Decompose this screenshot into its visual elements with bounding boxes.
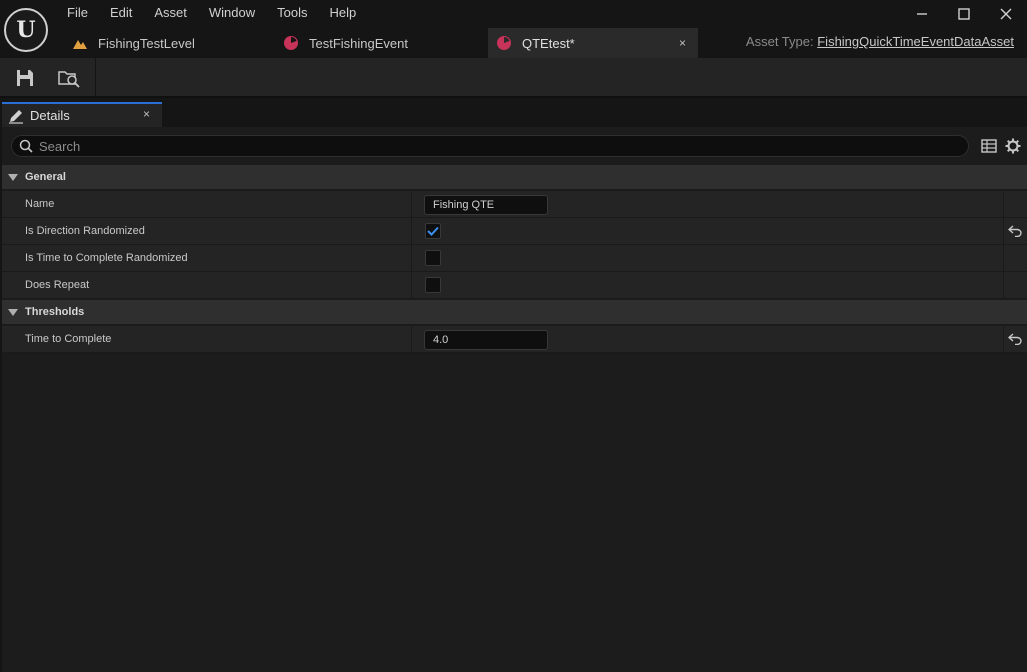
property-label: Time to Complete — [25, 333, 112, 345]
property-label: Is Time to Complete Randomized — [25, 252, 188, 264]
column-divider — [1003, 218, 1004, 245]
category-label: Thresholds — [25, 306, 85, 318]
time-to-complete-field[interactable]: 4.0 — [424, 330, 548, 350]
panel-tab-bar: Details × — [0, 100, 1027, 127]
maximize-icon — [958, 8, 970, 20]
details-title: Details — [30, 108, 70, 123]
save-icon — [17, 70, 33, 86]
category-thresholds[interactable]: Thresholds — [2, 300, 1027, 325]
unreal-logo-icon[interactable]: U — [4, 8, 48, 52]
view-options-button[interactable] — [1004, 137, 1022, 155]
property-row-is-time-to-complete-randomized: Is Time to Complete Randomized — [2, 245, 1027, 272]
details-panel: General Name Fishing QTE Is Direction Ra… — [2, 127, 1027, 672]
property-label: Is Direction Randomized — [25, 225, 145, 237]
data-asset-icon — [496, 35, 512, 51]
expand-arrow-icon — [8, 173, 18, 181]
save-button[interactable] — [13, 66, 37, 90]
property-matrix-button[interactable] — [980, 137, 998, 155]
property-row-does-repeat: Does Repeat — [2, 272, 1027, 299]
column-divider — [1003, 191, 1004, 218]
close-tab-icon[interactable]: × — [679, 36, 686, 50]
column-divider — [411, 245, 412, 272]
tab-label: TestFishingEvent — [309, 35, 408, 51]
is-direction-randomized-checkbox[interactable] — [425, 223, 441, 239]
tab-test-fishing-event[interactable]: TestFishingEvent — [264, 28, 488, 58]
title-bar: U File Edit Asset Window Tools Help Fish… — [0, 0, 1027, 58]
asset-type-link[interactable]: FishingQuickTimeEventDataAsset — [817, 34, 1014, 49]
tab-fishing-test-level[interactable]: FishingTestLevel — [56, 28, 264, 58]
column-divider — [411, 272, 412, 299]
property-row-is-direction-randomized: Is Direction Randomized — [2, 218, 1027, 245]
close-icon — [1000, 8, 1012, 20]
checkmark-icon — [427, 226, 439, 236]
menu-tools[interactable]: Tools — [266, 0, 318, 28]
browse-folder-icon — [58, 71, 80, 88]
toolbar — [0, 58, 1027, 98]
asset-type-info: Asset Type: FishingQuickTimeEventDataAss… — [746, 34, 1014, 49]
minimize-button[interactable] — [901, 0, 943, 28]
tab-qte-test[interactable]: QTEtest* × — [488, 28, 698, 58]
property-row-name: Name Fishing QTE — [2, 191, 1027, 218]
is-time-to-complete-randomized-checkbox[interactable] — [425, 250, 441, 266]
browse-to-asset-button[interactable] — [57, 66, 81, 90]
column-divider — [411, 326, 412, 353]
menu-help[interactable]: Help — [318, 0, 367, 28]
document-tabs: FishingTestLevel TestFishingEvent QTEtes… — [56, 28, 698, 58]
close-panel-icon[interactable]: × — [143, 107, 150, 121]
category-label: General — [25, 171, 66, 183]
maximize-button[interactable] — [943, 0, 985, 28]
menu-asset[interactable]: Asset — [143, 0, 198, 28]
close-window-button[interactable] — [985, 0, 1027, 28]
table-icon — [981, 139, 997, 153]
level-icon — [72, 35, 88, 51]
details-panel-tab[interactable]: Details × — [2, 102, 162, 127]
column-divider — [411, 191, 412, 218]
property-row-time-to-complete: Time to Complete 4.0 — [2, 326, 1027, 353]
does-repeat-checkbox[interactable] — [425, 277, 441, 293]
menu-bar: File Edit Asset Window Tools Help — [56, 0, 367, 28]
reset-to-default-icon[interactable] — [1008, 225, 1022, 237]
menu-edit[interactable]: Edit — [99, 0, 143, 28]
column-divider — [1003, 326, 1004, 353]
search-box[interactable] — [11, 135, 969, 157]
window-controls — [901, 0, 1027, 28]
search-row — [2, 127, 1027, 164]
property-label: Does Repeat — [25, 279, 90, 291]
menu-file[interactable]: File — [56, 0, 99, 28]
column-divider — [1003, 245, 1004, 272]
tab-label: FishingTestLevel — [98, 35, 195, 51]
search-icon — [19, 139, 33, 153]
details-pencil-icon — [9, 109, 23, 124]
name-field[interactable]: Fishing QTE — [424, 195, 548, 215]
menu-window[interactable]: Window — [198, 0, 266, 28]
search-input[interactable] — [39, 138, 939, 154]
tab-label: QTEtest* — [522, 35, 575, 51]
gear-icon — [1005, 138, 1021, 154]
data-asset-icon — [283, 35, 299, 51]
expand-arrow-icon — [8, 308, 18, 316]
property-label: Name — [25, 198, 55, 210]
column-divider — [1003, 272, 1004, 299]
asset-type-label: Asset Type: — [745, 34, 814, 49]
toolbar-separator — [95, 58, 96, 98]
reset-to-default-icon[interactable] — [1008, 333, 1022, 345]
category-general[interactable]: General — [2, 165, 1027, 190]
column-divider — [411, 218, 412, 245]
minimize-icon — [917, 13, 927, 15]
